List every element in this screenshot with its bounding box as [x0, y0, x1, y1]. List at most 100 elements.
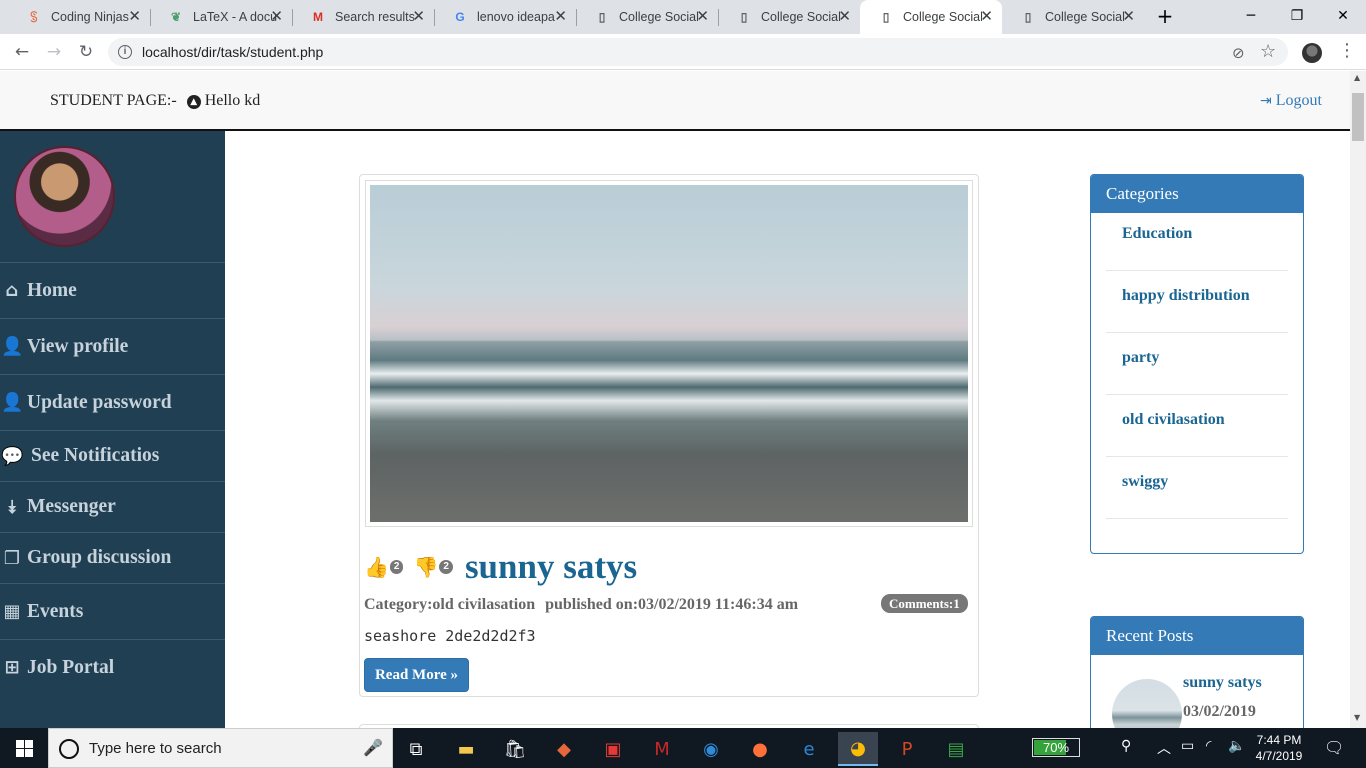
wifi-icon[interactable]: ◜: [1206, 738, 1211, 754]
microphone-icon[interactable]: 🎤: [363, 738, 383, 757]
post-category: Category:old civilasation: [364, 596, 536, 613]
category-link[interactable]: happy distribution: [1122, 287, 1250, 305]
tab-close-icon[interactable]: ✕: [554, 9, 567, 25]
taskbar-search-placeholder[interactable]: Type here to search: [89, 740, 222, 757]
category-item[interactable]: Education: [1106, 209, 1288, 271]
recent-post-thumbnail[interactable]: [1112, 679, 1182, 728]
sidebar-item[interactable]: 💬 See Notificatios: [0, 430, 225, 481]
site-info-icon[interactable]: i: [118, 45, 132, 59]
tab-close-icon[interactable]: ✕: [270, 9, 283, 25]
category-item[interactable]: swiggy: [1106, 457, 1288, 519]
maximize-button[interactable]: ❐: [1274, 0, 1320, 32]
category-item[interactable]: old civilasation: [1106, 395, 1288, 457]
show-hidden-icons-chevron-icon[interactable]: ︿: [1157, 738, 1171, 758]
thumbs-up-icon[interactable]: 👍: [364, 555, 389, 579]
sidebar-item[interactable]: ⊞ Job Portal: [0, 639, 225, 695]
category-item[interactable]: party: [1106, 333, 1288, 395]
reload-button[interactable]: ↻: [74, 40, 98, 64]
tab-close-icon[interactable]: ✕: [980, 9, 993, 25]
post-title[interactable]: sunny satys: [465, 547, 637, 587]
new-tab-plus-icon[interactable]: +: [1142, 0, 1188, 32]
scroll-down-arrow-icon[interactable]: ▼: [1354, 713, 1360, 722]
people-icon[interactable]: ⚲: [1121, 738, 1131, 754]
sidebar-item[interactable]: ▦ Events: [0, 583, 225, 639]
tab-close-icon[interactable]: ✕: [128, 9, 141, 25]
browser-menu-icon[interactable]: ⋮: [1338, 40, 1356, 61]
logout-link[interactable]: ⇥ Logout: [1260, 92, 1322, 110]
comments-badge[interactable]: Comments:1: [881, 594, 968, 613]
url-text[interactable]: localhost/dir/task/student.php: [142, 44, 323, 60]
battery-icon[interactable]: ▭: [1181, 738, 1194, 754]
store-icon[interactable]: 🛍: [495, 732, 535, 766]
read-more-button[interactable]: Read More »: [364, 658, 469, 692]
sidebar-item-label: View profile: [27, 335, 129, 357]
taskbar-clock[interactable]: 7:44 PM 4/7/2019: [1250, 732, 1308, 764]
back-button[interactable]: ←: [10, 40, 34, 64]
category-link[interactable]: old civilasation: [1122, 411, 1225, 429]
sidebar: ⌂ Home 👤 View profile 👤 Update password 💬 See N…: [0, 131, 225, 728]
task-view-icon[interactable]: ⧉: [396, 732, 436, 766]
top-navbar: STUDENT PAGE:- ▲ Hello kd ⇥ Logout: [0, 71, 1350, 131]
edge-icon[interactable]: e: [789, 732, 829, 766]
taskbar-search-box[interactable]: Type here to search 🎤: [48, 728, 393, 768]
tab-close-icon[interactable]: ✕: [696, 9, 709, 25]
sidebar-item[interactable]: ⯯ Messenger: [0, 481, 225, 532]
action-center-icon[interactable]: 🗨: [1324, 738, 1344, 757]
page-icon: ▯: [598, 10, 606, 24]
category-item[interactable]: happy distribution: [1106, 271, 1288, 333]
tab-close-icon[interactable]: ✕: [412, 9, 425, 25]
coding-ninjas-icon: ꌗ: [29, 11, 39, 25]
user-icon: 👤: [1, 336, 24, 357]
recent-post-title[interactable]: sunny satys: [1183, 674, 1262, 692]
url-bar[interactable]: i localhost/dir/task/student.php ⊘ ☆: [108, 38, 1288, 66]
logout-label: Logout: [1275, 92, 1322, 109]
browser-tab-title: lenovo ideapa: [477, 10, 555, 24]
browser-tab[interactable]: ▯ College Social ✕: [718, 0, 860, 34]
browser-tab[interactable]: ▯ College Social ✕: [576, 0, 718, 34]
profile-avatar[interactable]: [1302, 43, 1322, 63]
categories-panel: Categories Education happy distribution pa…: [1090, 174, 1304, 554]
windows-taskbar: Type here to search 🎤 70% ⚲ ︿ ▭ ◜ 🔈 7:44…: [0, 728, 1366, 768]
close-window-button[interactable]: ✕: [1320, 0, 1366, 32]
tab-close-icon[interactable]: ✕: [838, 9, 851, 25]
category-link[interactable]: swiggy: [1122, 473, 1168, 491]
tab-close-icon[interactable]: ✕: [1122, 9, 1135, 25]
browser-tab[interactable]: ▯ College Social ✕: [1002, 0, 1144, 34]
cortana-icon: [59, 739, 79, 759]
forward-button[interactable]: →: [42, 40, 66, 64]
browser-tab[interactable]: ❦ LaTeX - A docu ✕: [150, 0, 292, 34]
scroll-up-arrow-icon[interactable]: ▲: [1354, 73, 1360, 82]
browser-tab[interactable]: ꌗ Coding Ninjas ✕: [8, 0, 150, 34]
sidebar-item-label: Update password: [27, 391, 172, 413]
sidebar-item[interactable]: ⌂ Home: [0, 262, 225, 318]
category-link[interactable]: party: [1122, 349, 1159, 367]
student-page-label: STUDENT PAGE:- ▲ Hello kd: [50, 92, 260, 110]
sidebar-item[interactable]: 👤 Update password: [0, 374, 225, 430]
readers-icon[interactable]: ▣: [593, 732, 633, 766]
page-scrollbar[interactable]: ▲ ▼: [1350, 71, 1366, 728]
sidebar-item[interactable]: 👤 View profile: [0, 318, 225, 374]
web-page: STUDENT PAGE:- ▲ Hello kd ⇥ Logout ⌂ Home 👤 V…: [0, 71, 1350, 728]
browser-tab[interactable]: ▯ College Social ✕: [860, 0, 1002, 34]
sidebar-item-label: Home: [27, 279, 77, 301]
mcafee-icon[interactable]: M: [642, 732, 682, 766]
minimize-button[interactable]: ─: [1228, 0, 1274, 32]
vpn-icon[interactable]: ◉: [691, 732, 731, 766]
thumbs-down-icon[interactable]: 👎: [413, 555, 438, 579]
volume-icon[interactable]: 🔈: [1228, 738, 1245, 754]
firefox-icon[interactable]: ●: [740, 732, 780, 766]
blocked-popup-icon[interactable]: ⊘: [1232, 44, 1245, 62]
start-button[interactable]: [0, 728, 48, 768]
category-link[interactable]: Education: [1122, 225, 1192, 243]
powerpoint-icon[interactable]: P: [887, 732, 927, 766]
codeblocks-icon[interactable]: ◆: [544, 732, 584, 766]
chrome-icon[interactable]: ◕: [838, 732, 878, 766]
bookmark-star-icon[interactable]: ☆: [1260, 41, 1276, 62]
browser-tab[interactable]: Glenovo ideapa ✕: [434, 0, 576, 34]
dislike-count-badge: 2: [439, 560, 453, 574]
sidebar-item[interactable]: ❐ Group discussion: [0, 532, 225, 583]
browser-tab[interactable]: M Search results ✕: [292, 0, 434, 34]
spreadsheet-icon[interactable]: ▤: [936, 732, 976, 766]
file-explorer-icon[interactable]: ▬: [446, 732, 486, 766]
scrollbar-thumb[interactable]: [1352, 93, 1364, 141]
